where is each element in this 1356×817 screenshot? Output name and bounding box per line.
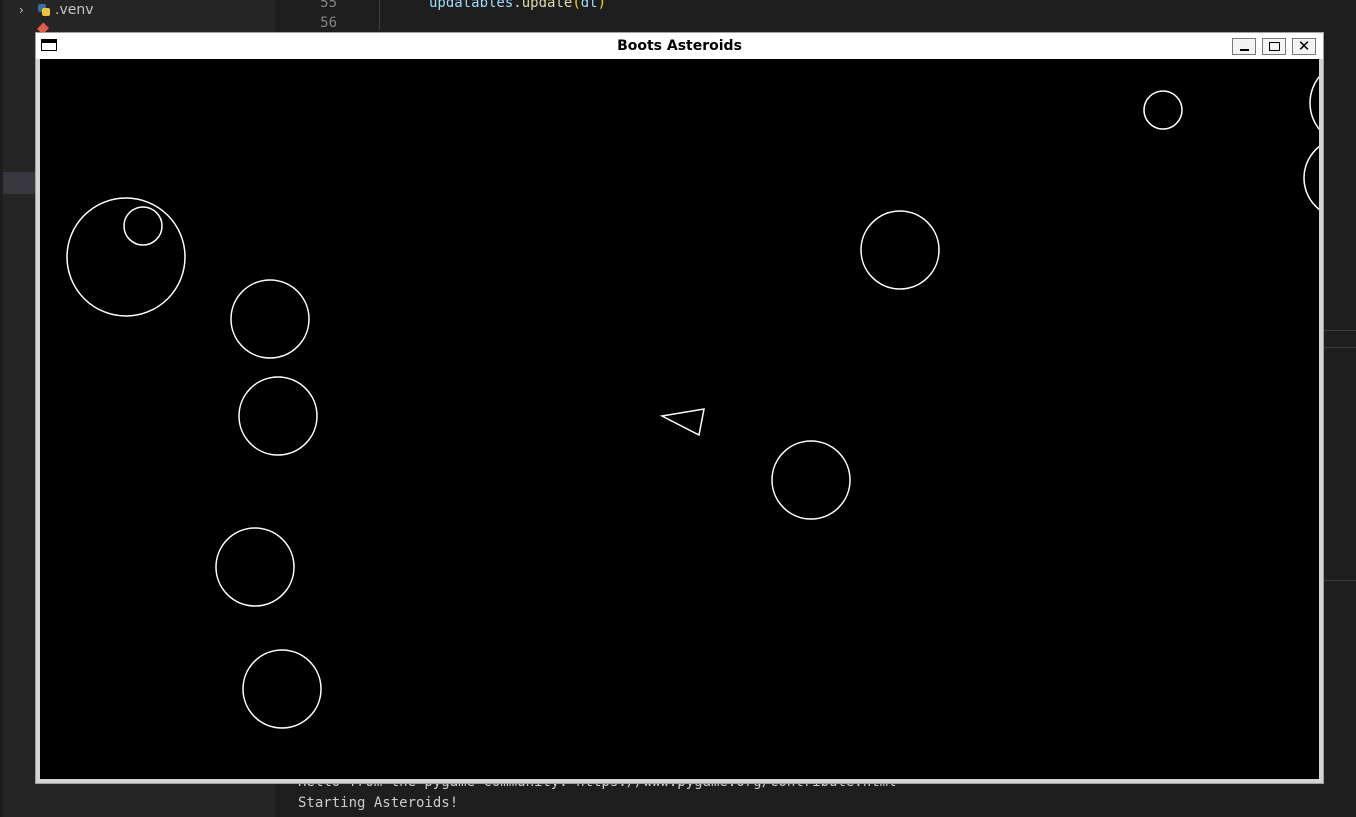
maximize-button[interactable] [1262,38,1286,55]
asteroid [242,649,322,729]
code-token-method: update [521,0,573,11]
minimize-icon [1239,49,1249,51]
asteroid [215,527,295,607]
indent-guide [379,0,380,30]
game-scene [66,75,1319,729]
explorer-item-venv[interactable]: › .venv [19,0,94,20]
asteroid [123,206,163,246]
maximize-icon [1268,42,1280,51]
asteroid [860,210,940,290]
terminal-output-line: Starting Asteroids! [298,795,459,811]
line-number: 55 [320,0,337,11]
asteroid [771,440,851,520]
player-ship [659,408,705,437]
code-line[interactable]: updatables.update(dt) [429,0,606,13]
window-titlebar[interactable]: Boots Asteroids ✕ [36,33,1323,59]
asteroid [66,197,186,317]
close-button[interactable]: ✕ [1292,38,1316,55]
window-title: Boots Asteroids [617,38,742,54]
python-folder-icon [37,3,51,17]
code-token-paren: ) [597,0,607,11]
selected-explorer-row[interactable] [3,172,37,194]
code-token-variable: updatables [429,0,514,11]
explorer-item-label: .venv [55,2,94,18]
asteroid [238,376,318,456]
game-window: Boots Asteroids ✕ [35,32,1324,784]
chevron-right-icon[interactable]: › [19,3,31,17]
asteroid [1309,75,1319,131]
close-icon: ✕ [1297,37,1311,55]
asteroid [230,279,310,359]
line-number: 56 [320,15,337,31]
code-token-paren: ( [572,0,581,11]
asteroid [1303,145,1319,211]
asteroid [1143,90,1183,130]
code-token-dot: . [513,0,522,11]
game-canvas[interactable] [40,59,1319,779]
code-token-arg: dt [580,0,598,11]
minimize-button[interactable] [1232,38,1256,55]
